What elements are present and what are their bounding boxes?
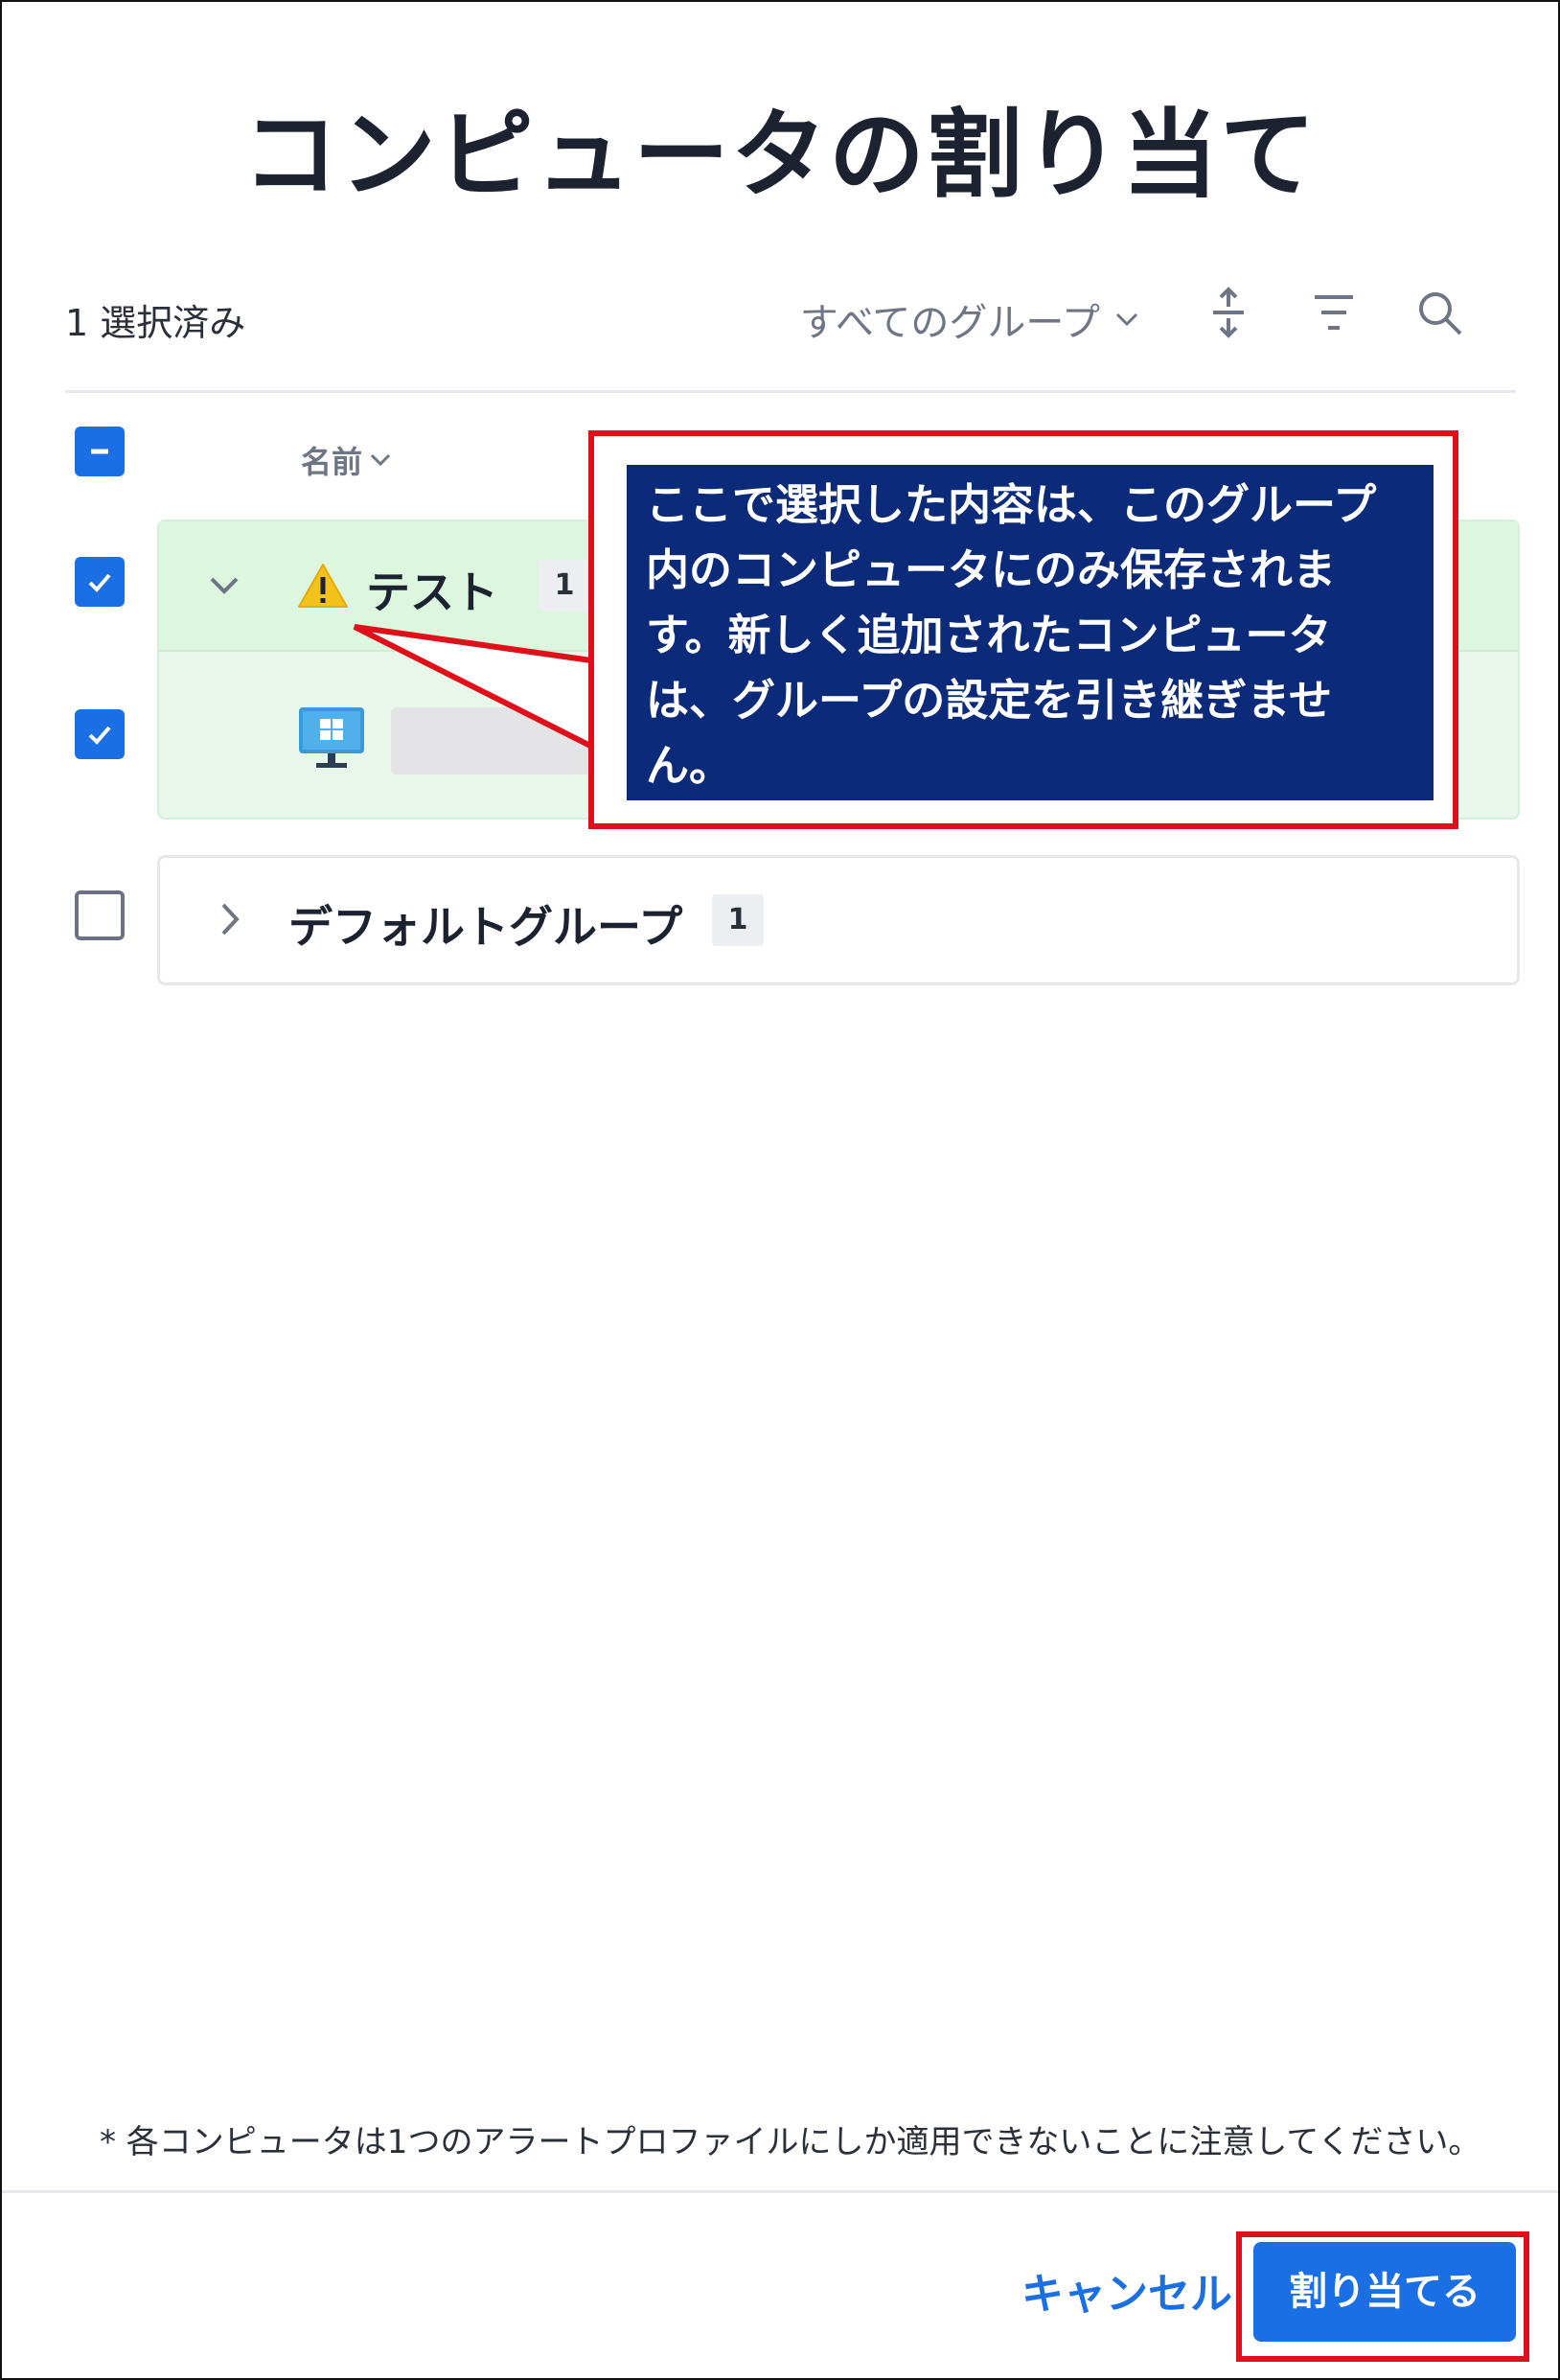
callout-pointer (353, 624, 601, 754)
select-all-checkbox[interactable] (75, 427, 125, 476)
selected-count: 1 選択済み (65, 302, 246, 344)
chevron-down-icon (1115, 312, 1138, 327)
footnote: * 各コンピュータは1つのアラートプロファイルにしか適用できないことに注意してく… (100, 2123, 1481, 2161)
minus-icon (91, 449, 108, 454)
annotation-callout: ここで選択した内容は、このグループ内のコンピュータにのみ保存されます。新しく追加… (588, 430, 1458, 829)
group-row-default[interactable]: デフォルトグループ 1 (157, 855, 1520, 985)
assign-computers-dialog: コンピュータの割り当て 1 選択済み すべてのグループ 名前 テスト 1 デフォ… (0, 0, 1560, 2380)
chevron-down-icon (370, 453, 391, 467)
name-column-label: 名前 (301, 444, 363, 480)
group-checkbox-default[interactable] (75, 890, 125, 940)
warning-icon (298, 564, 348, 608)
name-column-header[interactable]: 名前 (301, 438, 393, 482)
toolbar-divider (65, 390, 1516, 393)
filter-icon[interactable] (1307, 286, 1361, 339)
group-name: テスト (366, 566, 498, 618)
group-count-badge: 1 (712, 894, 764, 946)
group-filter-dropdown[interactable]: すべてのグループ (800, 291, 1140, 347)
cancel-button[interactable]: キャンセル (1021, 2259, 1232, 2321)
expand-collapse-icon[interactable] (1202, 286, 1255, 339)
assign-button[interactable]: 割り当てる (1253, 2242, 1516, 2342)
group-filter-label: すべてのグループ (799, 301, 1100, 345)
computer-checkbox[interactable] (75, 709, 125, 759)
group-count-badge: 1 (539, 560, 590, 612)
group-name: デフォルトグループ (288, 901, 683, 953)
checkmark-icon (88, 573, 111, 592)
footer-divider (2, 2190, 1558, 2193)
dialog-title: コンピュータの割り当て (242, 99, 1318, 211)
chevron-down-icon[interactable] (207, 573, 241, 598)
search-icon[interactable] (1412, 286, 1466, 339)
chevron-right-icon[interactable] (218, 900, 242, 938)
toolbar: 1 選択済み すべてのグループ (65, 280, 1495, 347)
checkmark-icon (88, 726, 111, 745)
group-checkbox-test[interactable] (75, 557, 125, 607)
callout-text: ここで選択した内容は、このグループ内のコンピュータにのみ保存されます。新しく追加… (627, 465, 1434, 800)
